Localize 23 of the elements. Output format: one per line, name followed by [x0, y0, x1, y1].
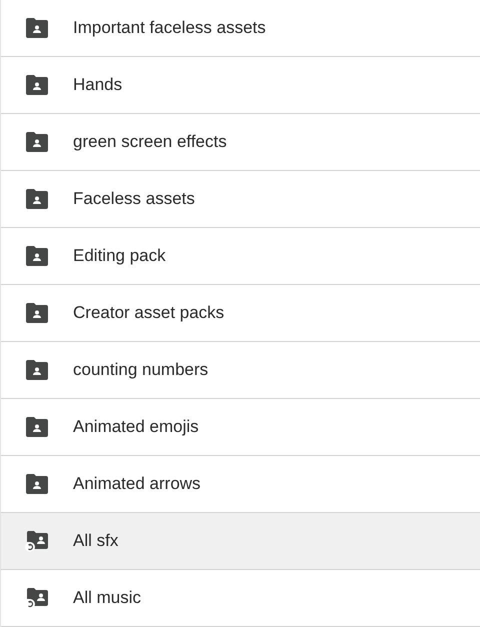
folder-name: Hands: [73, 75, 122, 95]
shared-folder-icon: [25, 303, 49, 323]
folder-name: counting numbers: [73, 360, 208, 380]
folder-name: All music: [73, 588, 142, 608]
folder-name: Creator asset packs: [73, 303, 224, 323]
shared-folder-icon: [25, 246, 49, 266]
folder-name: green screen effects: [73, 132, 227, 152]
shared-folder-icon: [25, 474, 49, 494]
shared-folder-icon: [25, 75, 49, 95]
shared-folder-icon: [25, 417, 49, 437]
folder-name: Animated arrows: [73, 474, 201, 494]
folder-name: Faceless assets: [73, 189, 195, 209]
shared-folder-icon: [25, 132, 49, 152]
shared-folder-icon: [25, 18, 49, 38]
folder-name: Animated emojis: [73, 417, 199, 437]
folder-row[interactable]: All sfx: [1, 513, 480, 570]
folder-name: Editing pack: [73, 246, 166, 266]
folder-shortcut-icon: [25, 586, 49, 610]
folder-name: All sfx: [73, 531, 118, 551]
shared-folder-icon: [25, 189, 49, 209]
folder-name: Important faceless assets: [73, 18, 266, 38]
shared-folder-icon: [25, 360, 49, 380]
folder-shortcut-icon: [25, 529, 49, 553]
